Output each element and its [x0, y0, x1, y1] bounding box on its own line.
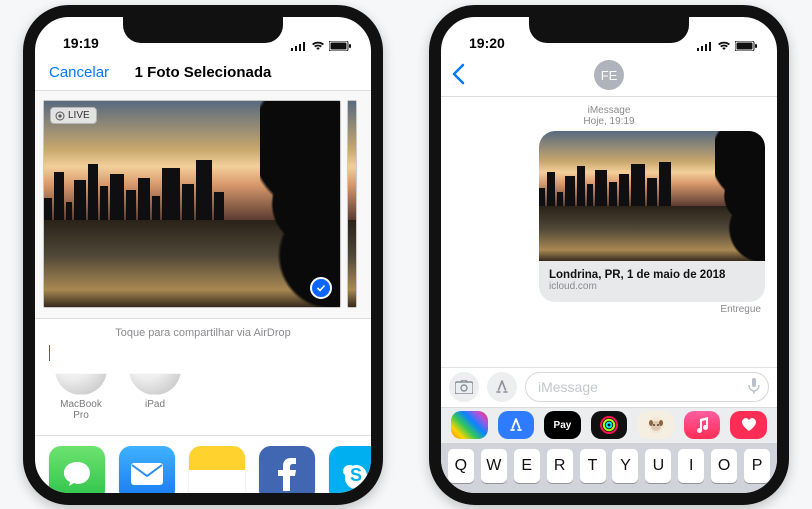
notes-app-icon[interactable] — [189, 446, 245, 502]
link-subtitle: icloud.com — [549, 281, 755, 292]
message-row: Londrina, PR, 1 de maio de 2018 icloud.c… — [441, 131, 777, 302]
thread-meta: iMessage Hoje, 19:19 — [441, 97, 777, 131]
selected-photo[interactable]: LIVE — [43, 100, 341, 308]
message-input[interactable]: iMessage — [525, 372, 769, 402]
mic-icon[interactable] — [748, 377, 760, 398]
camera-icon — [455, 380, 473, 394]
avatar-icon — [129, 343, 181, 395]
activity-app-icon[interactable] — [591, 411, 628, 439]
key-y[interactable]: Y — [612, 449, 638, 483]
svg-text:S: S — [350, 465, 362, 485]
selected-check-icon[interactable] — [310, 277, 332, 299]
keyboard[interactable]: Q W E R T Y U I O P — [441, 443, 777, 493]
status-indicators — [697, 41, 757, 51]
avatar-icon — [55, 343, 107, 395]
key-e[interactable]: E — [514, 449, 540, 483]
sticker-app-icon[interactable] — [637, 411, 674, 439]
live-badge[interactable]: LIVE — [50, 107, 97, 124]
skype-app-icon[interactable]: S — [329, 446, 383, 502]
status-time: 19:19 — [63, 35, 99, 51]
battery-icon — [329, 41, 351, 51]
key-q[interactable]: Q — [448, 449, 474, 483]
airdrop-target[interactable]: MacBook Pro — [53, 343, 109, 421]
camera-button[interactable] — [449, 372, 479, 402]
gif-app-icon[interactable] — [730, 411, 767, 439]
sent-message-bubble[interactable]: Londrina, PR, 1 de maio de 2018 icloud.c… — [539, 131, 765, 302]
text-cursor — [49, 345, 50, 361]
messages-app-icon[interactable] — [49, 446, 105, 502]
live-icon — [55, 111, 65, 121]
key-p[interactable]: P — [744, 449, 770, 483]
link-preview-image — [539, 131, 765, 261]
contact-avatar[interactable]: FE — [594, 60, 624, 90]
message-placeholder: iMessage — [538, 379, 598, 395]
appstore-app-icon[interactable] — [498, 411, 535, 439]
wifi-icon — [311, 41, 325, 51]
apple-pay-label: Pay — [554, 420, 572, 431]
share-header: Cancelar 1 Foto Selecionada — [35, 55, 371, 91]
airdrop-targets-row: MacBook Pro iPad — [35, 339, 371, 429]
apps-button[interactable] — [487, 372, 517, 402]
photos-app-icon[interactable] — [451, 411, 488, 439]
link-title: Londrina, PR, 1 de maio de 2018 — [549, 269, 755, 281]
signal-icon — [697, 41, 713, 51]
cancel-button[interactable]: Cancelar — [49, 64, 109, 81]
appstore-icon — [493, 378, 511, 396]
status-time: 19:20 — [469, 35, 505, 51]
key-w[interactable]: W — [481, 449, 507, 483]
wifi-icon — [717, 41, 731, 51]
link-preview-card: Londrina, PR, 1 de maio de 2018 icloud.c… — [539, 261, 765, 302]
photo-tree — [260, 101, 341, 307]
battery-icon — [735, 41, 757, 51]
key-o[interactable]: O — [711, 449, 737, 483]
key-i[interactable]: I — [678, 449, 704, 483]
apple-pay-app-icon[interactable]: Pay — [544, 411, 581, 439]
contact-initials: FE — [601, 68, 618, 83]
back-button[interactable] — [451, 63, 465, 92]
key-r[interactable]: R — [547, 449, 573, 483]
facebook-app-icon[interactable] — [259, 446, 315, 502]
airdrop-hint: Toque para compartilhar via AirDrop — [115, 327, 290, 339]
key-t[interactable]: T — [580, 449, 606, 483]
notch — [529, 17, 689, 43]
thread-label: iMessage — [441, 105, 777, 116]
photo-selection-strip[interactable]: LIVE — [35, 91, 371, 319]
share-actions-row[interactable]: S — [35, 436, 371, 502]
phone-messages: 19:20 FE iMessage Hoje, 19:19 — [429, 5, 789, 505]
phone-share-sheet: 19:19 Cancelar 1 Foto Selecionada — [23, 5, 383, 505]
imessage-app-strip[interactable]: Pay — [441, 407, 777, 443]
airdrop-target[interactable]: iPad — [127, 343, 183, 410]
conversation-header: FE — [441, 55, 777, 97]
notch — [123, 17, 283, 43]
airdrop-section: Toque para compartilhar via AirDrop MacB… — [35, 319, 371, 436]
thread-time: Hoje, 19:19 — [583, 116, 634, 127]
compose-bar: iMessage — [441, 367, 777, 407]
signal-icon — [291, 41, 307, 51]
delivery-status: Entregue — [441, 302, 777, 315]
airdrop-label: iPad — [127, 399, 183, 410]
music-app-icon[interactable] — [684, 411, 721, 439]
next-photo-peek[interactable] — [347, 100, 357, 308]
mail-app-icon[interactable] — [119, 446, 175, 502]
airdrop-label: MacBook Pro — [53, 399, 109, 421]
key-u[interactable]: U — [645, 449, 671, 483]
status-indicators — [291, 41, 351, 51]
live-label: LIVE — [68, 110, 90, 121]
